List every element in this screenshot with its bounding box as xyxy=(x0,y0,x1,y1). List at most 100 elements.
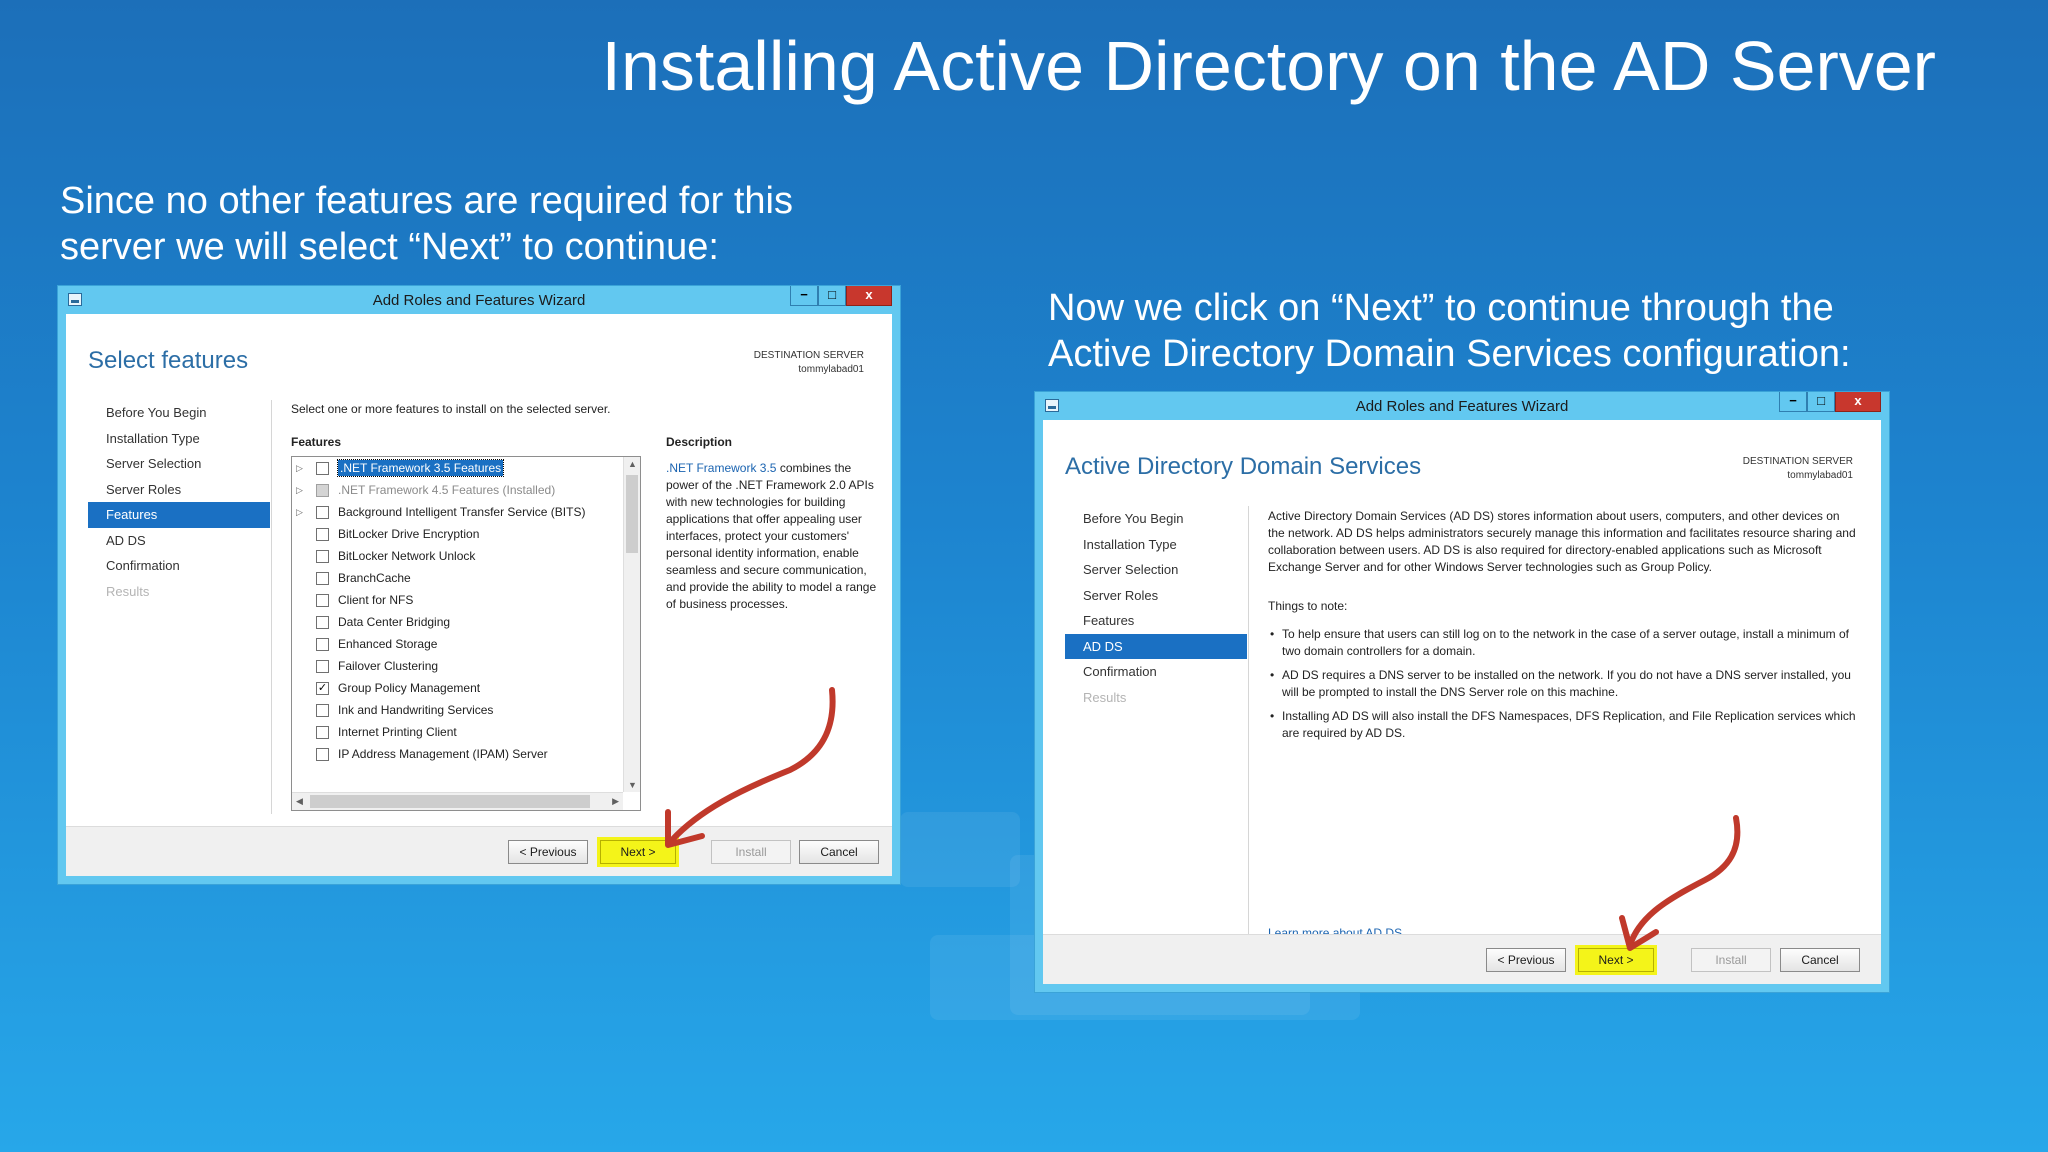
feature-item[interactable]: ✓ Group Policy Management xyxy=(292,677,622,699)
feature-item[interactable]: ▷ .NET Framework 3.5 Features xyxy=(292,457,622,479)
feature-item[interactable]: Enhanced Storage xyxy=(292,633,622,655)
nav-item-installation-type[interactable]: Installation Type xyxy=(1065,532,1247,558)
feature-label: BitLocker Drive Encryption xyxy=(338,527,480,541)
title-bar[interactable]: Add Roles and Features Wizard − □ x xyxy=(58,286,900,314)
nav-item-server-selection[interactable]: Server Selection xyxy=(88,451,270,477)
things-to-note-label: Things to note: xyxy=(1268,599,1348,613)
expand-icon[interactable]: ▷ xyxy=(296,501,303,523)
feature-label: Data Center Bridging xyxy=(338,615,451,629)
destination-server: DESTINATION SERVER tommylabad01 xyxy=(1743,455,1853,483)
nav-item-installation-type[interactable]: Installation Type xyxy=(88,426,270,452)
scroll-right-icon[interactable]: ▶ xyxy=(612,796,619,807)
feature-label: Background Intelligent Transfer Service … xyxy=(338,505,586,519)
scroll-up-icon[interactable]: ▲ xyxy=(628,459,637,469)
feature-label: BitLocker Network Unlock xyxy=(338,549,476,563)
maximize-button[interactable]: □ xyxy=(818,286,846,306)
nav-item-server-roles[interactable]: Server Roles xyxy=(88,477,270,503)
next-button[interactable]: Next > xyxy=(1578,948,1654,972)
feature-checkbox[interactable] xyxy=(316,616,329,629)
feature-item[interactable]: BranchCache xyxy=(292,567,622,589)
description-link[interactable]: .NET Framework 3.5 xyxy=(666,461,776,475)
destination-server: DESTINATION SERVER tommylabad01 xyxy=(754,349,864,377)
feature-label: Failover Clustering xyxy=(338,659,439,673)
minimize-button[interactable]: − xyxy=(1779,392,1807,412)
slide-title: Installing Active Directory on the AD Se… xyxy=(601,27,1936,105)
feature-item[interactable]: Data Center Bridging xyxy=(292,611,622,633)
feature-checkbox[interactable]: ✓ xyxy=(316,682,329,695)
window-title: Add Roles and Features Wizard xyxy=(372,292,586,309)
feature-checkbox[interactable] xyxy=(316,748,329,761)
feature-checkbox[interactable] xyxy=(316,550,329,563)
features-list[interactable]: ▷ .NET Framework 3.5 Features ▷ .NET Fra… xyxy=(291,456,641,811)
caption-right: Now we click on “Next” to continue throu… xyxy=(1048,285,1851,377)
feature-checkbox[interactable] xyxy=(316,638,329,651)
feature-checkbox[interactable] xyxy=(316,462,329,475)
caption-line: Since no other features are required for… xyxy=(60,180,793,222)
feature-item[interactable]: Internet Printing Client xyxy=(292,721,622,743)
feature-item[interactable]: ▷ Background Intelligent Transfer Servic… xyxy=(292,501,622,523)
cancel-button[interactable]: Cancel xyxy=(1780,948,1860,972)
vertical-scrollbar[interactable]: ▲ ▼ xyxy=(623,457,640,792)
wizard-footer: < Previous Next > Install Cancel xyxy=(1043,934,1881,984)
feature-checkbox[interactable] xyxy=(316,726,329,739)
nav-item-results: Results xyxy=(106,583,150,599)
nav-item-before-you-begin[interactable]: Before You Begin xyxy=(1065,506,1247,532)
wizard-nav: Before You Begin Installation Type Serve… xyxy=(88,400,270,604)
feature-label: Enhanced Storage xyxy=(338,637,438,651)
feature-checkbox[interactable] xyxy=(316,594,329,607)
close-button[interactable]: x xyxy=(846,286,892,306)
maximize-button[interactable]: □ xyxy=(1807,392,1835,412)
feature-checkbox xyxy=(316,484,329,497)
feature-checkbox[interactable] xyxy=(316,660,329,673)
expand-icon[interactable]: ▷ xyxy=(296,479,303,501)
scroll-down-icon[interactable]: ▼ xyxy=(628,780,637,790)
feature-checkbox[interactable] xyxy=(316,528,329,541)
nav-item-ad-ds[interactable]: AD DS xyxy=(1065,633,1247,659)
feature-item[interactable]: BitLocker Drive Encryption xyxy=(292,523,622,545)
caption-line: Active Directory Domain Services configu… xyxy=(1048,333,1851,375)
nav-item-server-selection[interactable]: Server Selection xyxy=(1065,557,1247,583)
wizard-footer: < Previous Next > Install Cancel xyxy=(66,826,892,876)
feature-label: Internet Printing Client xyxy=(338,725,457,739)
cancel-button[interactable]: Cancel xyxy=(799,840,879,864)
nav-item-features[interactable]: Features xyxy=(1065,608,1247,634)
previous-button[interactable]: < Previous xyxy=(508,840,588,864)
minimize-button[interactable]: − xyxy=(790,286,818,306)
feature-label: Ink and Handwriting Services xyxy=(338,703,494,717)
nav-item-ad-ds[interactable]: AD DS xyxy=(88,528,270,554)
destination-label: DESTINATION SERVER xyxy=(753,350,864,361)
feature-label: .NET Framework 4.5 Features (Installed) xyxy=(338,483,556,497)
description-label: Description xyxy=(666,435,733,449)
scroll-thumb[interactable] xyxy=(310,795,590,808)
nav-item-features[interactable]: Features xyxy=(88,502,270,528)
feature-label: Client for NFS xyxy=(338,593,414,607)
feature-checkbox[interactable] xyxy=(316,506,329,519)
close-button[interactable]: x xyxy=(1835,392,1881,412)
background-shape xyxy=(900,812,1020,887)
nav-divider xyxy=(271,400,272,814)
expand-icon[interactable]: ▷ xyxy=(296,457,303,479)
next-button[interactable]: Next > xyxy=(600,840,676,864)
feature-item[interactable]: IP Address Management (IPAM) Server xyxy=(292,743,622,765)
wizard-nav: Before You Begin Installation Type Serve… xyxy=(1065,506,1247,710)
feature-item[interactable]: Ink and Handwriting Services xyxy=(292,699,622,721)
nav-item-confirmation[interactable]: Confirmation xyxy=(88,553,270,579)
scroll-thumb[interactable] xyxy=(626,475,638,553)
nav-divider xyxy=(1248,506,1249,946)
destination-server-name: tommylabad01 xyxy=(1787,470,1853,481)
previous-button[interactable]: < Previous xyxy=(1486,948,1566,972)
feature-checkbox[interactable] xyxy=(316,704,329,717)
feature-checkbox[interactable] xyxy=(316,572,329,585)
horizontal-scrollbar[interactable]: ◀ ▶ xyxy=(292,792,623,810)
scroll-left-icon[interactable]: ◀ xyxy=(296,796,303,807)
note-item: Installing AD DS will also install the D… xyxy=(1268,708,1858,742)
title-bar[interactable]: Add Roles and Features Wizard − □ x xyxy=(1035,392,1889,420)
features-label: Features xyxy=(291,435,342,449)
feature-item[interactable]: ▷ .NET Framework 4.5 Features (Installed… xyxy=(292,479,622,501)
nav-item-server-roles[interactable]: Server Roles xyxy=(1065,583,1247,609)
nav-item-confirmation[interactable]: Confirmation xyxy=(1065,659,1247,685)
nav-item-before-you-begin[interactable]: Before You Begin xyxy=(88,400,270,426)
feature-item[interactable]: Failover Clustering xyxy=(292,655,622,677)
feature-item[interactable]: BitLocker Network Unlock xyxy=(292,545,622,567)
feature-item[interactable]: Client for NFS xyxy=(292,589,622,611)
